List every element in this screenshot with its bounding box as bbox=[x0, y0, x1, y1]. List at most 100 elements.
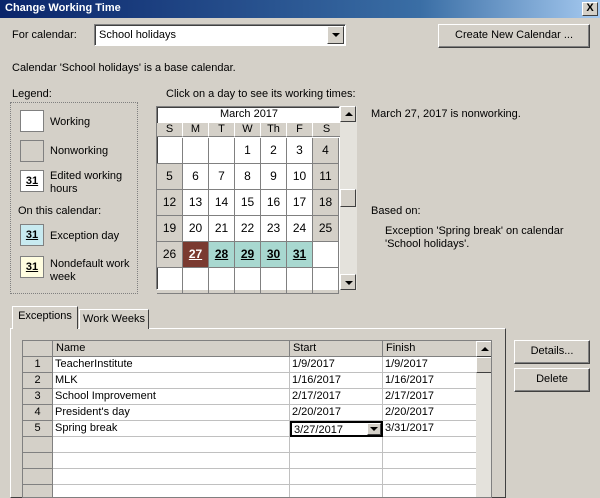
grid-scrollbar[interactable] bbox=[476, 341, 491, 497]
row-header[interactable]: 5 bbox=[23, 421, 53, 437]
calendar-day-20[interactable]: 20 bbox=[183, 216, 209, 242]
cell-start[interactable] bbox=[290, 469, 383, 485]
calendar-day-27[interactable]: 27 bbox=[183, 242, 209, 268]
tab-work-weeks[interactable]: Work Weeks bbox=[79, 309, 149, 329]
cell-name[interactable] bbox=[53, 469, 290, 485]
cell-start-editor[interactable]: 3/27/2017 bbox=[290, 421, 383, 437]
close-button[interactable]: X bbox=[582, 2, 598, 16]
row-header[interactable] bbox=[23, 469, 53, 485]
calendar-day-23[interactable]: 23 bbox=[261, 216, 287, 242]
calendar-select-value: School holidays bbox=[99, 29, 177, 41]
calendar-scroll-down[interactable] bbox=[340, 274, 356, 290]
cell-start[interactable]: 2/17/2017 bbox=[290, 389, 383, 405]
calendar-day-26[interactable]: 26 bbox=[157, 242, 183, 268]
calendar-day-22[interactable]: 22 bbox=[235, 216, 261, 242]
cell-name[interactable]: MLK bbox=[53, 373, 290, 389]
calendar-day-4[interactable]: 4 bbox=[313, 138, 339, 164]
cell-name[interactable] bbox=[53, 453, 290, 469]
calendar-day-31[interactable]: 31 bbox=[287, 242, 313, 268]
create-new-calendar-button[interactable]: Create New Calendar ... bbox=[438, 24, 590, 48]
calendar-day-10[interactable]: 10 bbox=[287, 164, 313, 190]
calendar-scroll-thumb[interactable] bbox=[340, 189, 356, 207]
row-header[interactable]: 4 bbox=[23, 405, 53, 421]
calendar-day-12[interactable]: 12 bbox=[157, 190, 183, 216]
cell-start[interactable] bbox=[290, 453, 383, 469]
cell-finish[interactable]: 1/9/2017 bbox=[383, 357, 477, 373]
cell-name[interactable]: President's day bbox=[53, 405, 290, 421]
cell-finish[interactable]: 3/31/2017 bbox=[383, 421, 477, 437]
cell-finish[interactable]: 2/17/2017 bbox=[383, 389, 477, 405]
edited-hours-swatch: 31 bbox=[20, 170, 44, 192]
row-header[interactable] bbox=[23, 437, 53, 453]
cell-name[interactable] bbox=[53, 437, 290, 453]
calendar-scroll-up[interactable] bbox=[340, 106, 356, 122]
grid-scroll-thumb[interactable] bbox=[476, 357, 491, 373]
calendar-day-24[interactable]: 24 bbox=[287, 216, 313, 242]
legend-nondefault-week-label: Nondefault work week bbox=[50, 258, 130, 283]
day-info: March 27, 2017 is nonworking. bbox=[371, 108, 521, 120]
cell-start[interactable] bbox=[290, 437, 383, 453]
month-calendar[interactable]: March 2017 S M T W Th F S 1 2 3 4 5 6 7 8 9 10 11 12 13 14 15… bbox=[156, 106, 341, 294]
calendar-day-19[interactable]: 19 bbox=[157, 216, 183, 242]
date-picker-button[interactable] bbox=[367, 423, 381, 435]
cell-finish[interactable]: 2/20/2017 bbox=[383, 405, 477, 421]
cell-start[interactable]: 2/20/2017 bbox=[290, 405, 383, 421]
cell-finish[interactable] bbox=[383, 485, 477, 497]
cell-finish[interactable] bbox=[383, 437, 477, 453]
for-calendar-label: For calendar: bbox=[12, 29, 77, 41]
calendar-day-empty bbox=[313, 268, 339, 294]
calendar-day-2[interactable]: 2 bbox=[261, 138, 287, 164]
calendar-day-1[interactable]: 1 bbox=[235, 138, 261, 164]
row-header[interactable]: 1 bbox=[23, 357, 53, 373]
calendar-day-14[interactable]: 14 bbox=[209, 190, 235, 216]
cell-name[interactable]: TeacherInstitute bbox=[53, 357, 290, 373]
row-header[interactable]: 3 bbox=[23, 389, 53, 405]
calendar-day-6[interactable]: 6 bbox=[183, 164, 209, 190]
weekday-header: S bbox=[313, 123, 341, 137]
cell-finish[interactable] bbox=[383, 453, 477, 469]
calendar-day-11[interactable]: 11 bbox=[313, 164, 339, 190]
column-header-finish[interactable]: Finish bbox=[383, 341, 477, 357]
delete-button[interactable]: Delete bbox=[514, 368, 590, 392]
calendar-day-28[interactable]: 28 bbox=[209, 242, 235, 268]
calendar-day-29[interactable]: 29 bbox=[235, 242, 261, 268]
details-button[interactable]: Details... bbox=[514, 340, 590, 364]
row-header[interactable] bbox=[23, 453, 53, 469]
calendar-day-15[interactable]: 15 bbox=[235, 190, 261, 216]
calendar-day-21[interactable]: 21 bbox=[209, 216, 235, 242]
row-header[interactable]: 2 bbox=[23, 373, 53, 389]
calendar-day-5[interactable]: 5 bbox=[157, 164, 183, 190]
cell-start[interactable] bbox=[290, 485, 383, 497]
column-header-start[interactable]: Start bbox=[290, 341, 383, 357]
cell-start[interactable]: 1/16/2017 bbox=[290, 373, 383, 389]
cell-start[interactable]: 1/9/2017 bbox=[290, 357, 383, 373]
tab-exceptions[interactable]: Exceptions bbox=[12, 306, 78, 329]
row-header[interactable] bbox=[23, 485, 53, 497]
calendar-day-30[interactable]: 30 bbox=[261, 242, 287, 268]
calendar-day-empty bbox=[183, 138, 209, 164]
weekday-header: W bbox=[235, 123, 261, 137]
calendar-day-7[interactable]: 7 bbox=[209, 164, 235, 190]
cell-name[interactable]: Spring break bbox=[53, 421, 290, 437]
cell-finish[interactable] bbox=[383, 469, 477, 485]
calendar-day-13[interactable]: 13 bbox=[183, 190, 209, 216]
cell-finish[interactable]: 1/16/2017 bbox=[383, 373, 477, 389]
calendar-day-18[interactable]: 18 bbox=[313, 190, 339, 216]
column-header-name[interactable]: Name bbox=[53, 341, 290, 357]
chevron-down-icon bbox=[370, 427, 378, 431]
calendar-select[interactable]: School holidays bbox=[94, 24, 346, 46]
calendar-scrollbar[interactable] bbox=[340, 106, 357, 290]
cell-name[interactable] bbox=[53, 485, 290, 497]
calendar-day-25[interactable]: 25 bbox=[313, 216, 339, 242]
calendar-dropdown-button[interactable] bbox=[327, 26, 344, 44]
calendar-day-3[interactable]: 3 bbox=[287, 138, 313, 164]
calendar-day-16[interactable]: 16 bbox=[261, 190, 287, 216]
calendar-day-17[interactable]: 17 bbox=[287, 190, 313, 216]
weekday-header: M bbox=[183, 123, 209, 137]
calendar-day-8[interactable]: 8 bbox=[235, 164, 261, 190]
legend-working-label: Working bbox=[50, 116, 91, 128]
exceptions-grid[interactable]: Name Start Finish 1 TeacherInstitute 1/9/2… bbox=[22, 340, 492, 498]
calendar-day-9[interactable]: 9 bbox=[261, 164, 287, 190]
grid-scroll-up[interactable] bbox=[476, 341, 491, 357]
cell-name[interactable]: School Improvement bbox=[53, 389, 290, 405]
